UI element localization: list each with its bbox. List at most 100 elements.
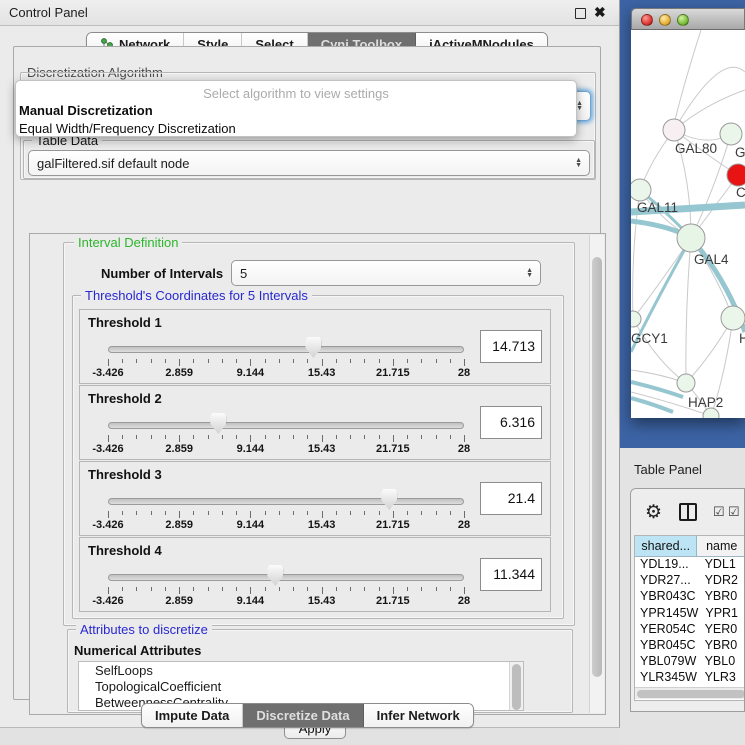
slider-tick [350, 435, 351, 439]
desktop-background: GAL80GALCGAL11GAL4GCY1HHAP2 [620, 0, 745, 448]
select-all-icon[interactable]: ☑ [728, 504, 740, 520]
table-hscrollbar[interactable] [635, 687, 745, 699]
slider-tick [293, 435, 294, 439]
network-node-hap2[interactable] [677, 374, 695, 392]
slider-tick [265, 435, 266, 439]
table-row[interactable]: YBR045CYBR0 [635, 638, 745, 654]
slider-tick-label: 15.43 [292, 595, 352, 607]
network-node-c[interactable] [727, 164, 745, 186]
slider-tick [307, 587, 308, 591]
threshold-slider-track[interactable] [108, 498, 464, 505]
attribute-list-item[interactable]: TopologicalCoefficient [79, 678, 523, 694]
attribute-list-item[interactable]: SelfLoops [79, 662, 523, 678]
network-node-gal11[interactable] [631, 179, 651, 201]
tab-discretize-data[interactable]: Discretize Data [243, 704, 363, 727]
columns-icon[interactable] [679, 503, 697, 521]
float-window-icon[interactable] [575, 8, 586, 19]
table-row[interactable]: YER054CYER0 [635, 622, 745, 638]
slider-tick [350, 587, 351, 591]
list-scrollbar-thumb[interactable] [512, 664, 521, 710]
cell-name: YDR2 [698, 573, 745, 589]
number-of-intervals-combobox[interactable]: 5 ▲▼ [231, 260, 541, 286]
threshold-value-field[interactable]: 6.316 [480, 406, 542, 439]
table-row[interactable]: YBL079WYBL0 [635, 654, 745, 670]
network-edge-thick[interactable] [631, 382, 683, 397]
slider-tick [108, 359, 109, 366]
mac-zoom-button[interactable] [677, 14, 689, 26]
mac-close-button[interactable] [641, 14, 653, 26]
network-edge[interactable] [674, 67, 745, 130]
threshold-value-field[interactable]: 11.344 [480, 558, 542, 591]
threshold-slider-handle[interactable] [210, 413, 226, 434]
threshold-slider-track[interactable] [108, 574, 464, 581]
slider-tick-label: 9.144 [220, 367, 280, 379]
network-node-gal4[interactable] [677, 224, 705, 252]
slider-tick [379, 511, 380, 515]
network-window-titlebar[interactable] [631, 8, 745, 30]
slider-tick-label: 15.43 [292, 519, 352, 531]
table-hscrollbar-thumb[interactable] [637, 690, 745, 698]
slider-tick [136, 435, 137, 439]
slider-tick [464, 587, 465, 594]
network-edge[interactable] [675, 30, 701, 120]
table-row[interactable]: YLR345WYLR3 [635, 670, 745, 686]
slider-tick [293, 511, 294, 515]
slider-tick [151, 587, 152, 591]
slider-tick [193, 587, 194, 591]
slider-tick [364, 511, 365, 515]
slider-tick [250, 435, 251, 442]
threshold-value-field[interactable]: 21.4 [480, 482, 542, 515]
slider-tick [108, 435, 109, 442]
algorithm-option-equal-width[interactable]: Equal Width/Frequency Discretization [16, 120, 576, 137]
threshold-slider-track[interactable] [108, 346, 464, 353]
network-graph: GAL80GALCGAL11GAL4GCY1HHAP2 [631, 30, 745, 418]
threshold-slider-handle[interactable] [381, 489, 397, 510]
slider-tick [421, 359, 422, 363]
network-edge[interactable] [633, 238, 691, 319]
threshold-slider-handle[interactable] [305, 337, 321, 358]
close-icon[interactable]: ✖ [594, 4, 606, 21]
slider-tick-label: -3.426 [78, 595, 138, 607]
slider-tick [407, 435, 408, 439]
network-node-gal[interactable] [720, 123, 742, 145]
select-columns-icon[interactable]: ☑ [713, 504, 725, 520]
column-header-name[interactable]: name [697, 536, 745, 556]
slider-tick [265, 511, 266, 515]
network-node-gcy1[interactable] [631, 311, 641, 327]
threshold-slider-track[interactable] [108, 422, 464, 429]
table-data-combobox[interactable]: galFiltered.sif default node ▲▼ [28, 150, 590, 176]
threshold-block-2: Threshold 2-3.4262.8599.14415.4321.71528… [79, 385, 551, 460]
network-canvas[interactable]: GAL80GALCGAL11GAL4GCY1HHAP2 [631, 30, 745, 418]
attributes-group: Attributes to discretize Numerical Attri… [67, 629, 573, 713]
gear-icon[interactable]: ⚙ [645, 501, 662, 524]
algorithm-placeholder-option[interactable]: Select algorithm to view settings [16, 81, 576, 102]
table-row[interactable]: YDL19...YDL1 [635, 557, 745, 573]
algorithm-dropdown-popup: Select algorithm to view settings Manual… [15, 80, 577, 137]
table-row[interactable]: YDR27...YDR2 [635, 573, 745, 589]
slider-tick [208, 587, 209, 591]
slider-tick [336, 587, 337, 591]
settings-scrollbar-thumb[interactable] [592, 257, 602, 677]
slider-tick [122, 587, 123, 591]
network-edge-thick[interactable] [631, 398, 673, 412]
network-edge[interactable] [686, 238, 691, 383]
tab-impute-data[interactable]: Impute Data [142, 704, 243, 727]
network-node-label: GAL80 [675, 141, 717, 156]
list-scrollbar[interactable] [509, 662, 523, 710]
mac-minimize-button[interactable] [659, 14, 671, 26]
threshold-slider-handle[interactable] [267, 565, 283, 586]
table-row[interactable]: YBR043CYBR0 [635, 589, 745, 605]
slider-tick [136, 359, 137, 363]
slider-tick [336, 435, 337, 439]
network-node-gal80[interactable] [663, 119, 685, 141]
column-header-shared-name[interactable]: shared... [635, 536, 697, 556]
network-node-h[interactable] [721, 306, 745, 330]
tab-infer-network[interactable]: Infer Network [364, 704, 473, 727]
settings-scrollbar[interactable] [589, 235, 604, 713]
network-edge[interactable] [683, 90, 745, 123]
slider-tick [222, 511, 223, 515]
table-row[interactable]: YPR145WYPR1 [635, 606, 745, 622]
algorithm-option-manual[interactable]: Manual Discretization [16, 102, 576, 120]
threshold-value-field[interactable]: 14.713 [480, 330, 542, 363]
slider-tick-label: 28 [434, 443, 494, 455]
